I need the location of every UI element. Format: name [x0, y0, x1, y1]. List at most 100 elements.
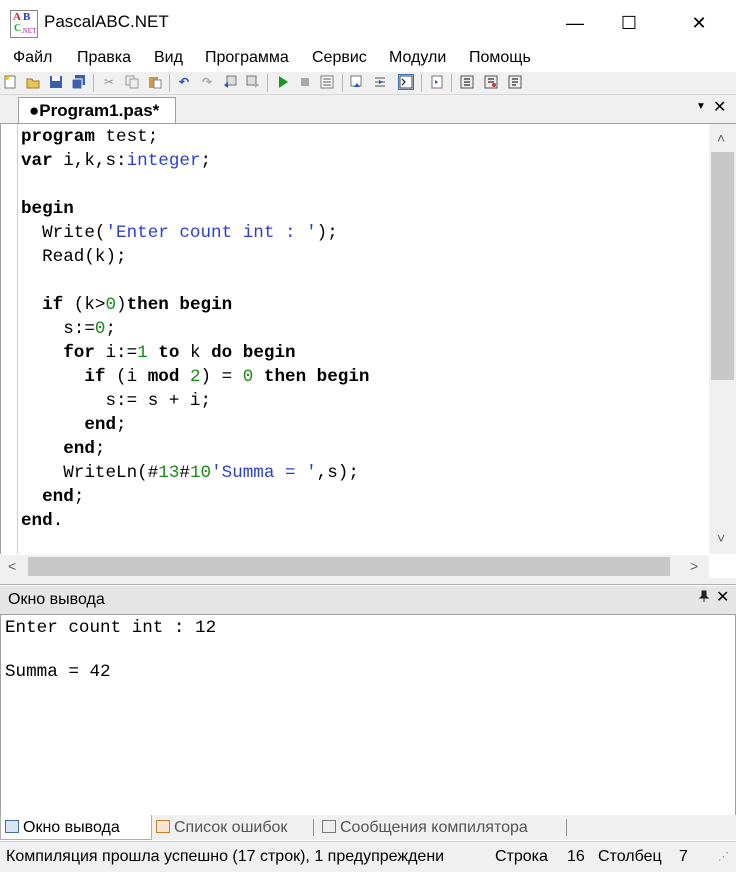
- editor-vertical-scrollbar[interactable]: ˄ ˅: [709, 124, 736, 554]
- code-token: 'Summa = ': [211, 463, 317, 483]
- menu-file[interactable]: Файл: [13, 49, 52, 67]
- save-all-icon[interactable]: [71, 75, 86, 90]
- code-token: ;: [116, 415, 127, 435]
- app-icon: A B C .NET: [10, 10, 38, 38]
- scroll-left-icon[interactable]: <: [8, 558, 16, 574]
- redo-icon[interactable]: ↷: [200, 75, 214, 89]
- code-token: then begin: [126, 295, 233, 315]
- tab-compiler-messages-label: Сообщения компилятора: [340, 819, 528, 836]
- code-line: s:= s + i;: [21, 391, 211, 411]
- code-token: (i: [105, 367, 148, 387]
- code-line: for i:=1 to k do begin: [21, 343, 295, 363]
- paste-icon[interactable]: [148, 75, 162, 89]
- menu-edit[interactable]: Правка: [77, 49, 131, 67]
- output-close-icon[interactable]: ✕: [716, 587, 729, 607]
- code-line: if (i mod 2) = 0 then begin: [21, 367, 369, 387]
- navigate-back-icon[interactable]: [223, 75, 237, 89]
- format-code-icon[interactable]: [460, 75, 474, 89]
- status-column-label: Столбец: [598, 848, 662, 865]
- menu-bar: Файл Правка Вид Программа Сервис Модули …: [0, 46, 736, 72]
- code-token: end: [84, 415, 117, 435]
- code-token: );: [316, 223, 338, 243]
- undo-icon[interactable]: ↶: [177, 75, 191, 89]
- code-token: Write(: [21, 223, 106, 243]
- minimize-button[interactable]: —: [552, 0, 598, 46]
- output-panel[interactable]: Enter count int : 12 Summa = 42: [0, 614, 736, 816]
- output-panel-header: Окно вывода ✕: [0, 586, 736, 614]
- status-message: Компиляция прошла успешно (17 строк), 1 …: [6, 848, 445, 865]
- code-token: WriteLn(#: [21, 463, 159, 483]
- editor-horizontal-scrollbar[interactable]: < >: [0, 555, 709, 578]
- close-button[interactable]: ✕: [676, 0, 722, 46]
- code-token: program: [21, 127, 95, 147]
- menu-service[interactable]: Сервис: [312, 49, 367, 67]
- code-token: mod: [147, 367, 180, 387]
- menu-help[interactable]: Помощь: [469, 49, 531, 67]
- code-token: Read(k);: [21, 247, 127, 267]
- code-token: k: [179, 343, 212, 363]
- code-editor[interactable]: program test; var i,k,s:integer; begin W…: [0, 124, 710, 554]
- tab-program1[interactable]: ●Program1.pas*: [18, 97, 176, 123]
- output-icon[interactable]: [430, 75, 444, 89]
- copy-icon[interactable]: [125, 75, 139, 89]
- code-token: then begin: [263, 367, 370, 387]
- title-bar: A B C .NET PascalABC.NET — ☐ ✕: [0, 0, 736, 46]
- code-line: end;: [21, 487, 84, 507]
- code-token: ;: [105, 319, 117, 339]
- pin-icon[interactable]: [698, 590, 710, 605]
- maximize-button[interactable]: ☐: [606, 0, 652, 46]
- panel-splitter[interactable]: [0, 578, 736, 585]
- menu-modules[interactable]: Модули: [389, 49, 446, 67]
- menu-program[interactable]: Программа: [205, 49, 289, 67]
- save-icon[interactable]: [49, 75, 63, 89]
- step-over-icon[interactable]: [350, 75, 364, 89]
- scroll-up-icon[interactable]: ˄: [717, 130, 725, 146]
- code-token: 13: [158, 463, 180, 483]
- debug-watch-icon[interactable]: [484, 75, 498, 89]
- code-token: #: [179, 463, 190, 483]
- output-window-icon: [5, 820, 19, 833]
- code-token: ;: [200, 151, 212, 171]
- scroll-down-icon[interactable]: ˅: [717, 530, 725, 546]
- code-token: 10: [189, 463, 212, 483]
- compile-icon[interactable]: [320, 75, 334, 89]
- console-toggle-icon[interactable]: [398, 74, 414, 90]
- bottom-panel-tabs: Окно вывода Список ошибок Сообщения комп…: [0, 815, 736, 840]
- tab-error-list-label: Список ошибок: [174, 819, 288, 836]
- scroll-thumb[interactable]: [711, 152, 734, 380]
- code-token: 1: [137, 343, 148, 363]
- cut-icon[interactable]: ✂: [102, 75, 116, 89]
- tab-error-list[interactable]: Список ошибок: [152, 815, 312, 840]
- scroll-right-icon[interactable]: >: [690, 558, 698, 574]
- navigate-forward-icon[interactable]: [246, 75, 260, 89]
- open-folder-icon[interactable]: [26, 75, 40, 89]
- horizontal-scroll-thumb[interactable]: [28, 557, 670, 576]
- window-title: PascalABC.NET: [44, 12, 169, 31]
- menu-view[interactable]: Вид: [154, 49, 183, 67]
- tab-close-icon[interactable]: ✕: [713, 97, 726, 117]
- tab-compiler-messages[interactable]: Сообщения компилятора: [318, 815, 562, 840]
- tab-output-window-label: Окно вывода: [23, 819, 120, 836]
- new-file-icon[interactable]: [3, 75, 17, 89]
- code-text[interactable]: program test; var i,k,s:integer; begin W…: [21, 125, 369, 533]
- debug-locals-icon[interactable]: [508, 75, 522, 89]
- code-token: test;: [94, 127, 159, 147]
- run-icon[interactable]: [276, 75, 290, 89]
- tab-output-window[interactable]: Окно вывода: [0, 815, 152, 840]
- editor-tab-strip: ●Program1.pas* ▼ ✕: [0, 95, 736, 124]
- resize-grip-icon[interactable]: ⋰: [718, 850, 729, 863]
- code-token: begin: [21, 199, 74, 219]
- output-line: Summa = 42: [5, 662, 111, 682]
- code-line: s:=0;: [21, 319, 116, 339]
- code-token: end: [42, 487, 74, 507]
- stop-icon[interactable]: [298, 75, 312, 89]
- tab-list-dropdown-icon[interactable]: ▼: [696, 101, 706, 112]
- step-into-icon[interactable]: [373, 75, 387, 89]
- code-token: for: [63, 343, 95, 363]
- code-token: 2: [189, 367, 201, 387]
